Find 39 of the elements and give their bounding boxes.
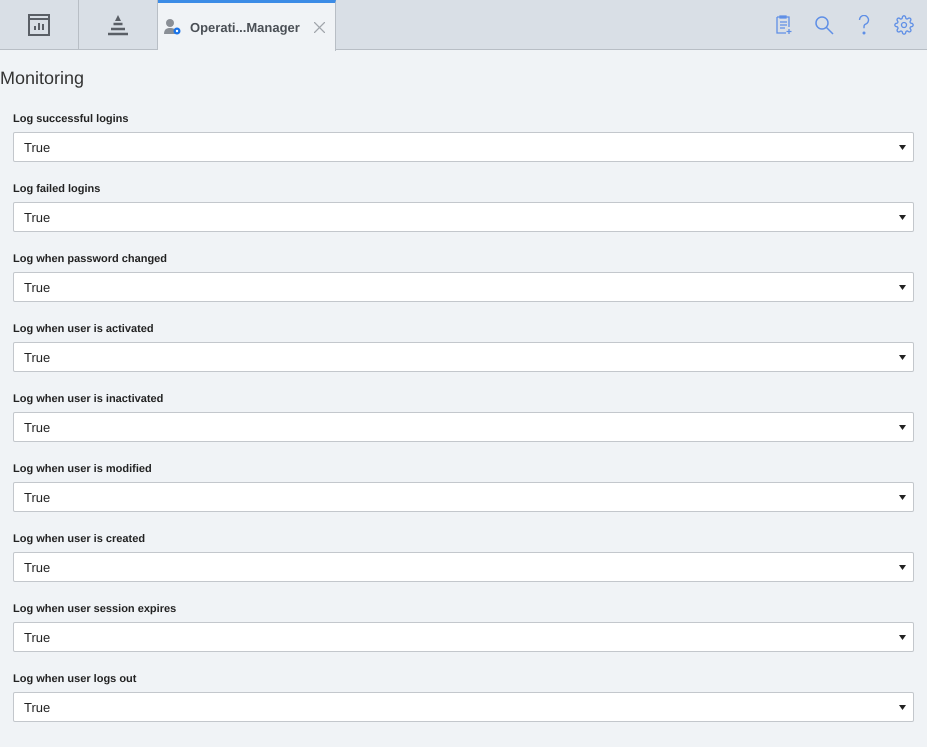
clipboard-add-icon [775,14,793,34]
dropdown-field[interactable]: True [13,622,914,652]
toolbar-button[interactable] [813,14,835,36]
chart-window-icon [28,14,50,36]
dropdown-caret-icon [899,144,906,150]
dropdown-caret-icon [899,424,906,430]
field-label: Log successful logins [13,113,130,125]
search-icon [814,14,834,34]
dropdown-field[interactable]: True [13,692,914,722]
help-icon [858,14,870,34]
field-label: Log when password changed [13,253,168,265]
dropdown-field[interactable]: True [13,482,914,512]
dropdown-caret-icon [899,704,906,710]
dropdown-field[interactable]: True [13,412,914,442]
dropdown-caret-icon [899,634,906,640]
field-label: Log failed logins [13,183,102,195]
dropdown-field[interactable]: True [13,272,914,302]
dropdown-field[interactable]: True [13,202,914,232]
section-title: Monitoring [0,68,86,89]
dropdown-caret-icon [899,354,906,360]
toolbar-button[interactable] [893,14,915,36]
field-label: Log when user session expires [13,603,178,615]
dropdown-caret-icon [899,564,906,570]
dropdown-caret-icon [899,494,906,500]
field-label: Log when user is created [13,533,146,545]
field-label: Log when user is inactivated [13,393,164,405]
field-label: Log when user is activated [13,323,155,335]
pyramid-icon [106,14,130,36]
field-label: Log when user is modified [13,463,153,475]
user-gear-icon [164,18,182,36]
tab[interactable]: Operati...Manager [158,0,336,51]
dropdown-caret-icon [899,284,906,290]
settings-icon [894,14,914,34]
field-label: Log when user logs out [13,673,138,685]
close-icon[interactable] [314,22,325,32]
dropdown-caret-icon [899,214,906,220]
dropdown-field[interactable]: True [13,342,914,372]
dropdown-field[interactable]: True [13,132,914,162]
dropdown-field[interactable]: True [13,552,914,582]
